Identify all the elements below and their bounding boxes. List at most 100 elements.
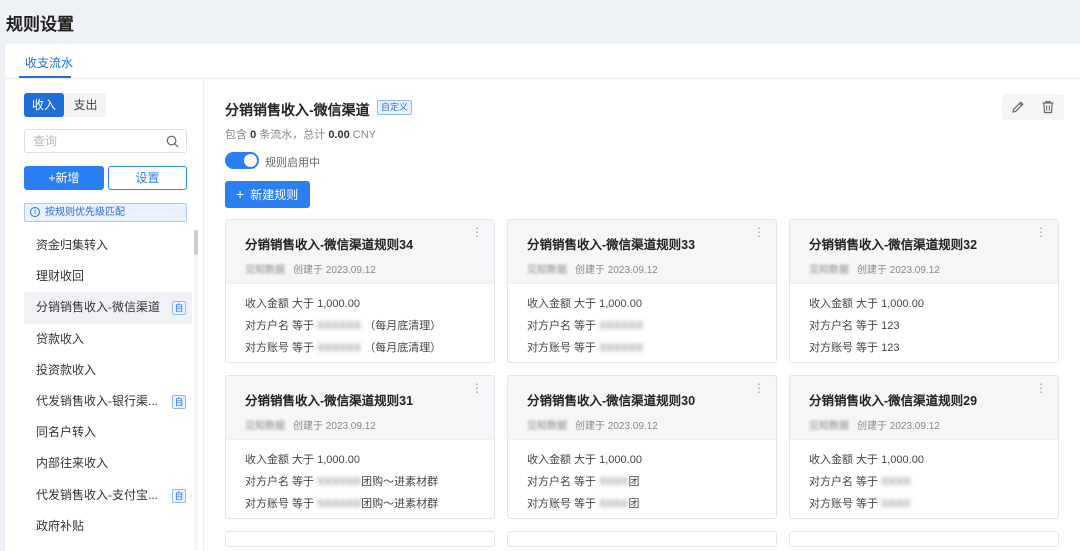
search-input[interactable] (33, 133, 158, 149)
rule-condition: 收入金额 大于 1,000.00 (245, 293, 494, 315)
rule-card-header: 分销销售收入-微信渠道规则29 见知数据 创建于 2023.09.12 ⋮ (790, 376, 1058, 440)
pencil-icon[interactable] (1010, 99, 1026, 115)
rule-card-body: 收入金额 大于 1,000.00 对方户名 等于 123 对方账号 等于 123 (790, 284, 1058, 359)
rule-category-label: 同名户转入 (36, 425, 97, 440)
rule-condition: 对方账号 等于 XXXXXX （每月底清理） (245, 337, 494, 359)
rule-category-item[interactable]: 资金归集转入 (24, 230, 192, 261)
rule-card-created: 创建于 2023.09.12 (857, 265, 940, 276)
rule-category-label: 投资款收入 (36, 362, 97, 377)
scrollbar-thumb[interactable] (194, 230, 198, 255)
rule-category-item-active[interactable]: 分销销售收入-微信渠道 自 (24, 292, 192, 324)
rule-category-item[interactable]: 政府补贴 (24, 511, 192, 542)
search-icon[interactable] (165, 134, 180, 149)
rule-card-partial[interactable] (789, 531, 1059, 547)
redacted-value: XXXX (881, 498, 911, 510)
condition-suffix: 团购～进素材群 (361, 498, 439, 510)
rule-card-title: 分销销售收入-微信渠道规则29 (809, 394, 978, 408)
rule-condition: 对方户名 等于 XXXX (809, 471, 1058, 493)
rule-card-partial[interactable] (225, 531, 495, 547)
segment-expense[interactable]: 支出 (65, 93, 106, 117)
rule-condition: 对方账号 等于 XXXX团 (527, 493, 776, 515)
tab-bar: 收支流水 (5, 44, 1080, 79)
condition-suffix: （每月底清理） (364, 320, 442, 332)
trash-icon[interactable] (1040, 99, 1056, 115)
redacted-value: XXXXXX (599, 342, 644, 354)
page-title: 规则设置 (6, 15, 74, 34)
condition-text: 对方账号 等于 (527, 498, 597, 510)
rule-condition: 对方账号 等于 123 (809, 337, 1058, 359)
more-icon[interactable]: ⋮ (1035, 226, 1047, 238)
rule-card-header: 分销销售收入-微信渠道规则32 见知数据 创建于 2023.09.12 ⋮ (790, 220, 1058, 284)
toggle-knob (244, 154, 257, 167)
sidebar-scrollbar[interactable] (194, 230, 198, 551)
tab-transactions[interactable]: 收支流水 (25, 54, 73, 71)
rule-category-item[interactable]: 理财收回 (24, 261, 192, 292)
rule-category-item[interactable]: 代发销售收入-银行渠... 自 (24, 386, 192, 417)
rule-condition: 对方户名 等于 XXXXXX （每月底清理） (245, 315, 494, 337)
rule-category-item[interactable]: 投资款收入 (24, 355, 192, 386)
condition-text: 收入金额 大于 1,000.00 (809, 454, 924, 466)
rule-condition: 收入金额 大于 1,000.00 (527, 449, 776, 471)
rule-card-org: 见知数据 (809, 265, 849, 276)
redacted-value: XXXX (881, 476, 911, 488)
sidebar: 收入 支出 +新增 设置 i 按规则优先级匹配 资金归集转入 理财收回 分销销售… (5, 80, 204, 551)
toggle-label: 规则启用中 (265, 157, 320, 169)
rule-card[interactable]: 分销销售收入-微信渠道规则33 见知数据 创建于 2023.09.12 ⋮ 收入金… (507, 219, 777, 363)
condition-text: 收入金额 大于 1,000.00 (809, 298, 924, 310)
redacted-value: XXXXXX (317, 320, 362, 332)
rule-card-header: 分销销售收入-微信渠道规则31 见知数据 创建于 2023.09.12 ⋮ (226, 376, 494, 440)
rule-category-label: 理财收回 (36, 269, 85, 284)
summary-total: 0.00 (328, 129, 350, 141)
rule-card-partial[interactable] (507, 531, 777, 547)
rule-card[interactable]: 分销销售收入-微信渠道规则30 见知数据 创建于 2023.09.12 ⋮ 收入金… (507, 375, 777, 519)
settings-button[interactable]: 设置 (108, 166, 187, 190)
rule-category-label: 资金归集转入 (36, 238, 109, 252)
rule-card-meta: 见知数据 创建于 2023.09.12 (245, 261, 376, 276)
more-icon[interactable]: ⋮ (753, 226, 765, 238)
rule-card-body: 收入金额 大于 1,000.00 对方户名 等于 XXXX 对方账号 等于 XX… (790, 440, 1058, 515)
more-icon[interactable]: ⋮ (1035, 382, 1047, 394)
summary-mid: 条流水，总计 (259, 129, 326, 141)
rule-card[interactable]: 分销销售收入-微信渠道规则31 见知数据 创建于 2023.09.12 ⋮ 收入金… (225, 375, 495, 519)
condition-text: 对方账号 等于 (245, 342, 315, 354)
new-rule-button[interactable]: + 新建规则 (225, 181, 310, 208)
custom-tag: 自定义 (377, 100, 413, 115)
rule-card[interactable]: 分销销售收入-微信渠道规则29 见知数据 创建于 2023.09.12 ⋮ 收入金… (789, 375, 1059, 519)
condition-suffix: 团 (628, 498, 640, 510)
rule-condition: 对方账号 等于 XXXX (809, 493, 1058, 515)
rule-category-item[interactable]: 代发销售收入-支付宝... 自 (24, 480, 192, 511)
condition-text: 对方户名 等于 123 (809, 320, 900, 332)
rule-enabled-toggle[interactable] (225, 152, 259, 169)
rule-card[interactable]: 分销销售收入-微信渠道规则34 见知数据 创建于 2023.09.12 ⋮ 收入金… (225, 219, 495, 363)
rule-condition: 收入金额 大于 1,000.00 (527, 293, 776, 315)
rule-condition: 对方账号 等于 XXXXXX (527, 337, 776, 359)
rule-category-item[interactable]: 内部往来收入 (24, 448, 192, 479)
rule-category-label: 分销销售收入-微信渠道 (36, 300, 160, 315)
rule-card[interactable]: 分销销售收入-微信渠道规则32 见知数据 创建于 2023.09.12 ⋮ 收入金… (789, 219, 1059, 363)
rule-card-body: 收入金额 大于 1,000.00 对方户名 等于 XXXXXX团购～进素材群 对… (226, 440, 494, 515)
rule-category-item[interactable]: 同名户转入 (24, 417, 192, 448)
rule-card-org: 见知数据 (527, 421, 567, 432)
priority-hint: i 按规则优先级匹配 (24, 203, 187, 222)
rule-card-title: 分销销售收入-微信渠道规则33 (527, 238, 696, 252)
rule-condition: 对方户名 等于 XXXXXX团购～进素材群 (245, 471, 494, 493)
add-rule-group-button[interactable]: +新增 (24, 166, 104, 190)
redacted-value: XXXXXX (317, 476, 362, 488)
rule-card-created: 创建于 2023.09.12 (293, 421, 376, 432)
summary-count: 0 (250, 129, 257, 141)
condition-suffix: 团 (628, 476, 640, 488)
rule-condition: 收入金额 大于 1,000.00 (809, 449, 1058, 471)
more-icon[interactable]: ⋮ (471, 226, 483, 238)
rule-condition: 收入金额 大于 1,000.00 (809, 293, 1058, 315)
rule-card-header: 分销销售收入-微信渠道规则34 见知数据 创建于 2023.09.12 ⋮ (226, 220, 494, 284)
rule-card-meta: 见知数据 创建于 2023.09.12 (527, 261, 658, 276)
rule-category-item[interactable]: 贷款收入 (24, 324, 192, 355)
redacted-value: XXXXXX (317, 342, 362, 354)
condition-text: 对方账号 等于 123 (809, 342, 900, 354)
rule-card-created: 创建于 2023.09.12 (857, 421, 940, 432)
more-icon[interactable]: ⋮ (471, 382, 483, 394)
more-icon[interactable]: ⋮ (753, 382, 765, 394)
rule-category-label: 政府补贴 (36, 518, 85, 533)
custom-badge: 自 (172, 301, 186, 316)
segment-income[interactable]: 收入 (24, 93, 64, 117)
